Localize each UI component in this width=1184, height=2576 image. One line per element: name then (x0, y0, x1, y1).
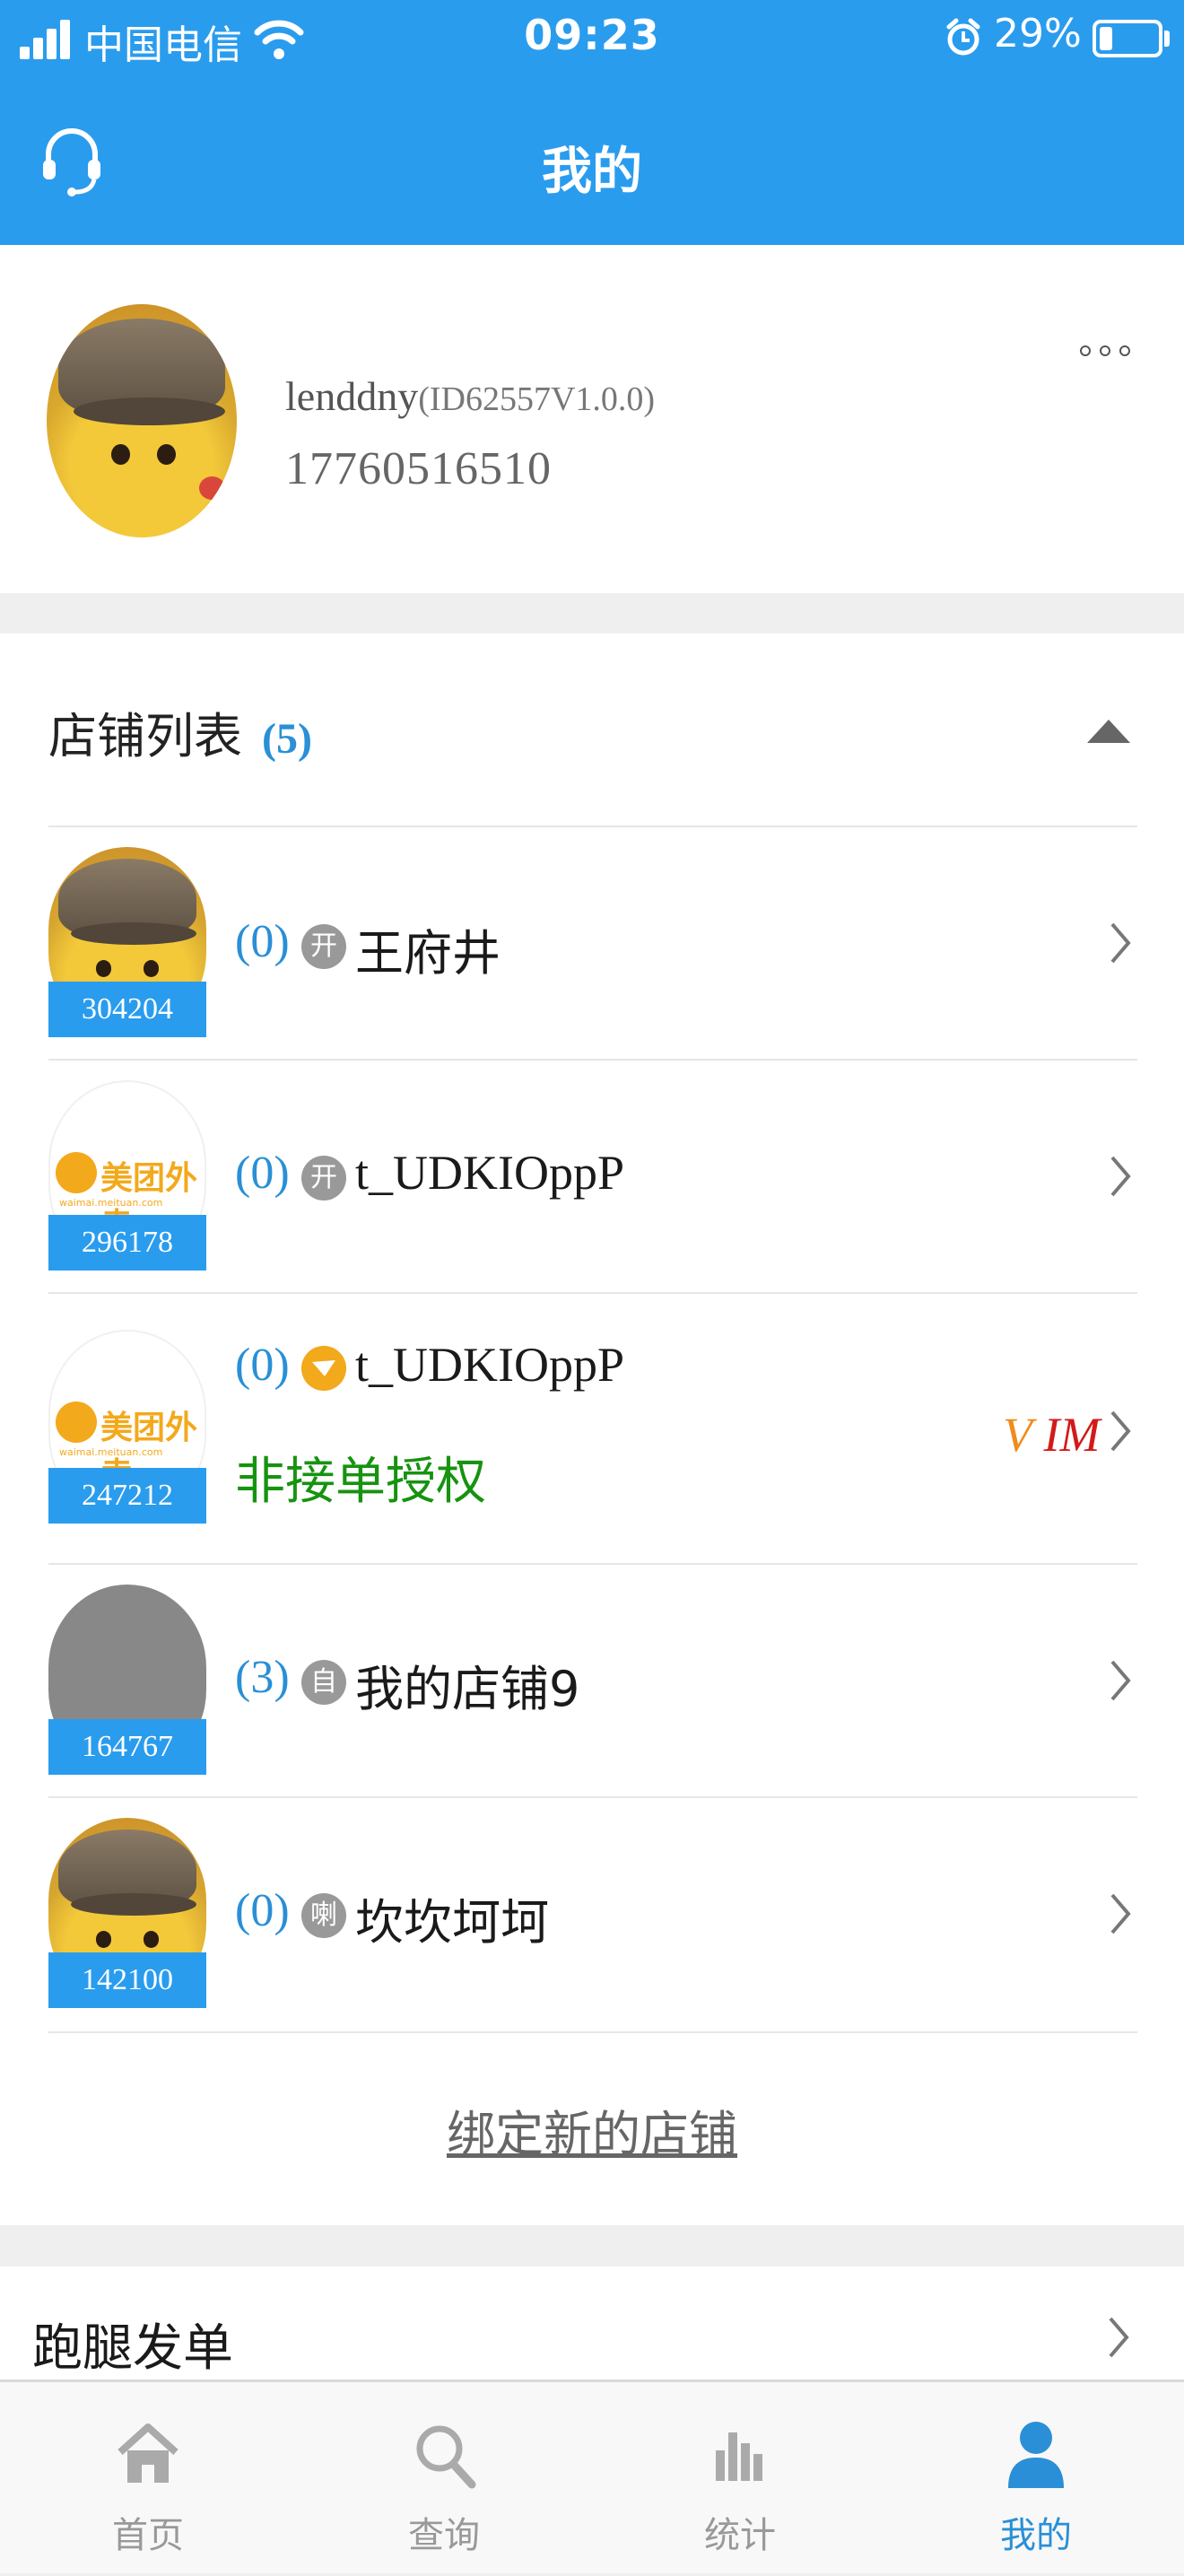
battery-percent: 29% (994, 11, 1082, 57)
profile-card[interactable]: lenddny(ID62557V1.0.0) 17760516510 (0, 245, 1184, 593)
order-count: (0) (235, 1148, 290, 1199)
collapse-arrow-icon[interactable] (1087, 720, 1130, 743)
divider (48, 2031, 1137, 2033)
vim-tag-v: V (1003, 1408, 1032, 1462)
chevron-right-icon (1110, 1893, 1131, 1934)
status-bar: 中国电信 09:23 29% (0, 0, 1184, 79)
tab-search[interactable]: 查询 (296, 2382, 592, 2576)
order-count: (3) (235, 1652, 290, 1703)
list-item[interactable]: 美团外卖 waimai.meituan.com 296178 (0) 开 t_U… (48, 1059, 1137, 1292)
tab-search-label: 查询 (408, 2515, 480, 2556)
user-icon (1008, 2422, 1064, 2488)
list-item[interactable]: 304204 (0) 开 王府井 (48, 825, 1137, 1059)
shop-name: 王府井 (355, 925, 501, 982)
tab-mine-label: 我的 (1000, 2515, 1072, 2556)
shop-id-tag: 304204 (48, 982, 206, 1037)
battery-icon (1093, 20, 1162, 57)
meituan-logo: 美团外卖 waimai.meituan.com (56, 1402, 205, 1493)
status-badge: 喇 (301, 1893, 346, 1938)
username-text: lenddny (285, 373, 419, 419)
order-count: (0) (235, 916, 290, 967)
tab-home[interactable]: 首页 (0, 2382, 296, 2576)
meituan-logo: 美团外卖 waimai.meituan.com (56, 1152, 205, 1244)
paotui-row[interactable]: 跑腿发单 (0, 2266, 1184, 2383)
status-badge: 开 (301, 924, 346, 969)
chevron-right-icon (1109, 2317, 1129, 2358)
username: lenddny(ID62557V1.0.0) (285, 372, 655, 420)
shop-name: 坎坎坷坷 (355, 1894, 549, 1951)
status-badge: 自 (301, 1660, 346, 1705)
phone-number: 17760516510 (285, 443, 552, 494)
bind-new-shop-link[interactable]: 绑定新的店铺 (0, 2094, 1184, 2165)
order-count: (0) (235, 1885, 290, 1936)
status-badge: 开 (301, 1156, 346, 1201)
paotui-label: 跑腿发单 (32, 2319, 233, 2378)
shop-list-header: 店铺列表 (5) (48, 696, 312, 767)
battery-tip (1164, 31, 1170, 47)
tab-mine[interactable]: 我的 (888, 2382, 1184, 2576)
tab-home-label: 首页 (112, 2515, 184, 2556)
page-title: 我的 (542, 143, 642, 201)
stats-icon (716, 2432, 762, 2481)
shop-id-tag: 142100 (48, 1952, 206, 2008)
vim-tag: V IM (1003, 1407, 1100, 1463)
auth-status: 非接单授权 (235, 1453, 486, 1511)
alarm-icon (946, 18, 980, 56)
shop-id-tag: 164767 (48, 1719, 206, 1775)
meituan-logo-url: waimai.meituan.com (59, 1446, 163, 1458)
delivery-badge-icon (301, 1346, 346, 1391)
tab-bar: 首页 查询 统计 我的 (0, 2380, 1184, 2573)
shop-name: t_UDKIOppP (355, 1146, 625, 1200)
list-item[interactable]: 142100 (0) 喇 坎坎坷坷 (48, 1796, 1137, 2031)
chevron-right-icon (1110, 1156, 1131, 1197)
vim-tag-im: IM (1043, 1408, 1101, 1462)
meituan-logo-url: waimai.meituan.com (59, 1197, 163, 1209)
tab-stats-label: 统计 (704, 2515, 776, 2556)
shop-list-title: 店铺列表 (48, 708, 242, 764)
tab-stats[interactable]: 统计 (592, 2382, 888, 2576)
list-item[interactable]: 美团外卖 waimai.meituan.com 247212 (0) t_UDK… (48, 1292, 1137, 1563)
shop-name: t_UDKIOppP (355, 1338, 625, 1392)
shop-count: (5) (262, 715, 312, 763)
search-icon (416, 2425, 476, 2489)
order-count: (0) (235, 1340, 290, 1391)
home-icon (118, 2423, 178, 2483)
user-id-version: (ID62557V1.0.0) (418, 380, 656, 418)
chevron-right-icon (1110, 1660, 1131, 1701)
avatar[interactable] (47, 304, 237, 537)
shop-id-tag: 296178 (48, 1215, 206, 1271)
shop-list-section: 店铺列表 (5) 304204 (0) 开 王府井 美团外卖 waimai.mei… (0, 633, 1184, 2225)
app-header: 中国电信 09:23 29% 我的 (0, 0, 1184, 245)
shop-id-tag: 247212 (48, 1468, 206, 1524)
shop-name: 我的店铺9 (355, 1661, 580, 1717)
chevron-right-icon (1110, 922, 1131, 964)
more-options-icon[interactable] (1080, 342, 1132, 360)
chevron-right-icon (1110, 1410, 1131, 1452)
list-item[interactable]: 164767 (3) 自 我的店铺9 (48, 1563, 1137, 1796)
